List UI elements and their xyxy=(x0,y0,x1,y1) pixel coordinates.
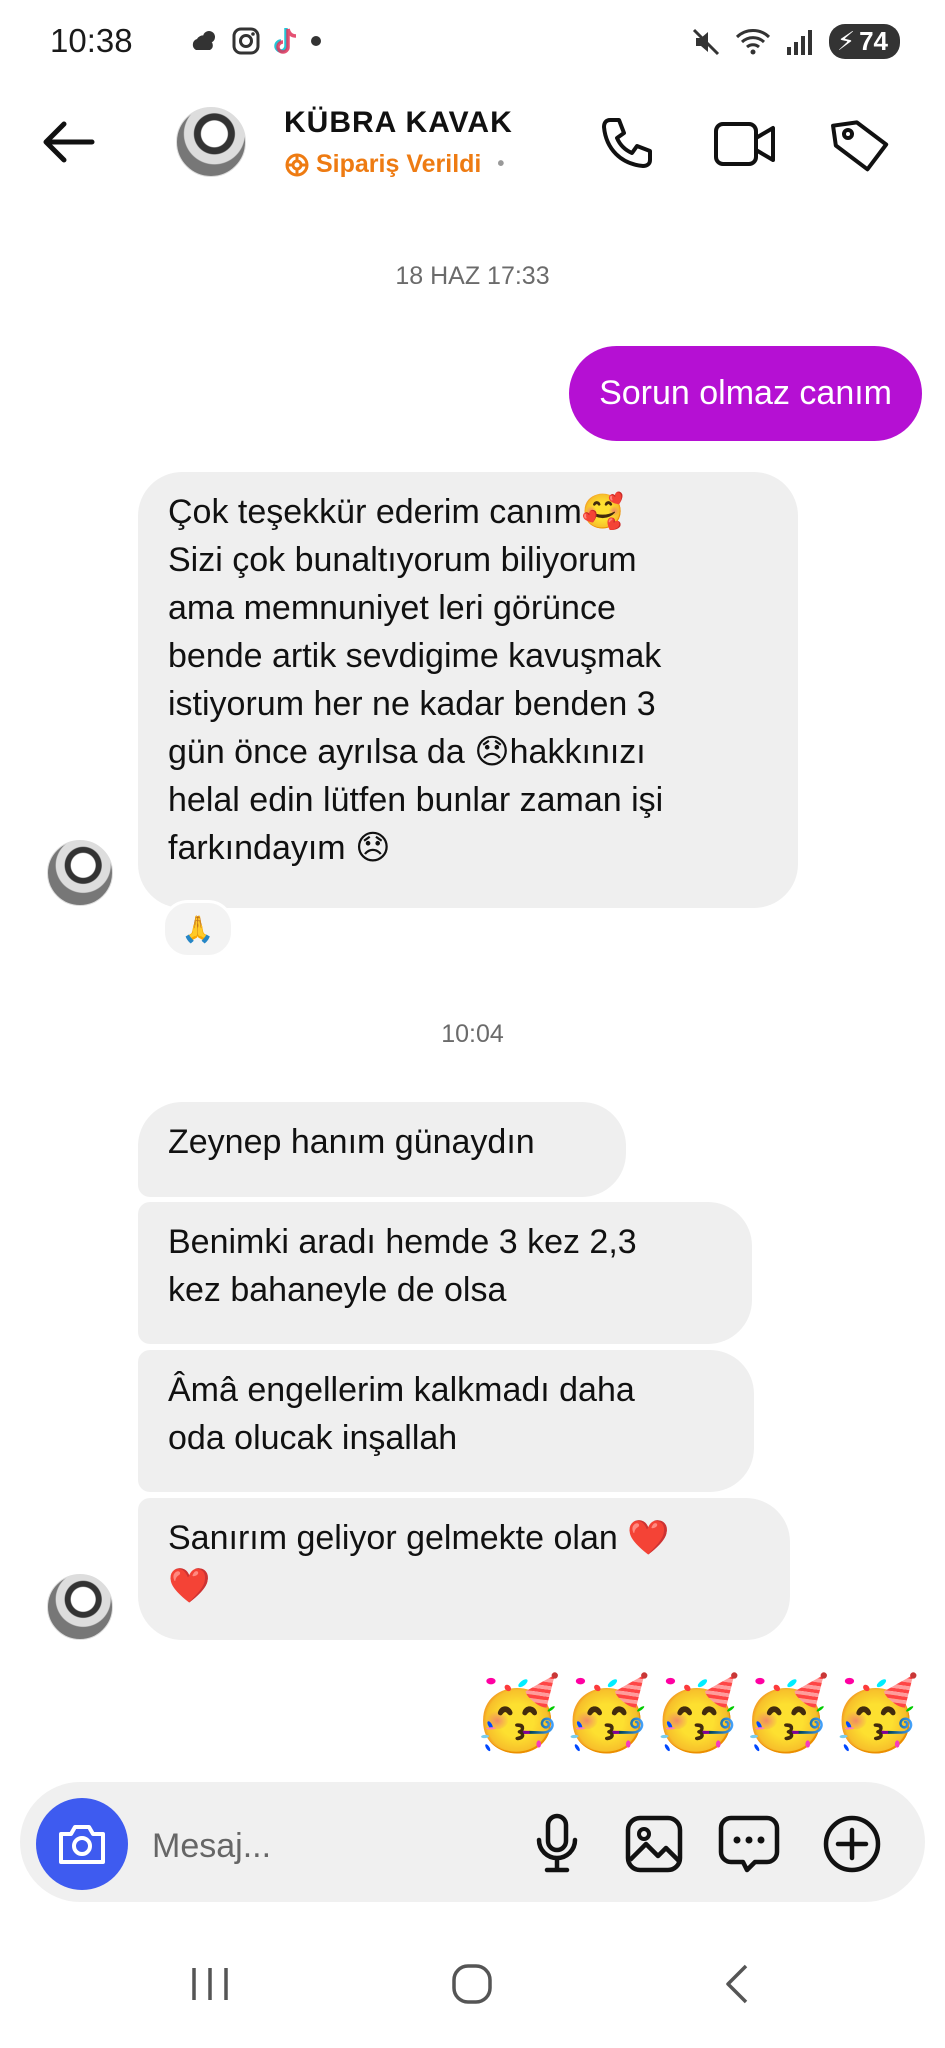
message-line: kez bahaneyle de olsa xyxy=(168,1271,507,1309)
charging-bolt-icon: ⚡ xyxy=(836,26,856,56)
message-line: bende artik sevdigime kavuşmak xyxy=(168,637,662,675)
message-line: ❤️ xyxy=(168,1567,211,1605)
message-line: gün önce ayrılsa da 😞hakkınızı xyxy=(168,733,646,771)
gallery-icon[interactable] xyxy=(622,1812,686,1876)
mute-icon xyxy=(692,28,719,55)
sender-avatar[interactable] xyxy=(47,1574,113,1640)
message-line: istiyorum her ne kadar benden 3 xyxy=(168,685,656,723)
status-dot-icon xyxy=(311,36,321,46)
status-time: 10:38 xyxy=(50,22,133,59)
weather-icon xyxy=(192,31,215,50)
video-icon[interactable] xyxy=(713,114,777,174)
home-icon[interactable] xyxy=(448,1960,496,2008)
incoming-message[interactable]: Âmâ engellerim kalkmadı daha oda olucak … xyxy=(138,1350,754,1492)
message-line: Çok teşekkür ederim canım🥰 xyxy=(168,493,625,531)
outgoing-emoji-message[interactable]: 🥳🥳🥳🥳🥳 xyxy=(473,1672,921,1756)
message-line: oda olucak inşallah xyxy=(168,1419,458,1457)
message-line: helal edin lütfen bunlar zaman işi xyxy=(168,781,664,819)
incoming-message[interactable]: Çok teşekkür ederim canım🥰 Sizi çok buna… xyxy=(138,472,798,908)
recent-apps-icon[interactable] xyxy=(186,1960,234,2008)
plus-icon[interactable] xyxy=(820,1812,884,1876)
outgoing-message[interactable]: Sorun olmaz canım xyxy=(569,346,922,441)
battery-level: 74 xyxy=(859,26,888,56)
signal-icon xyxy=(786,29,812,55)
back-icon[interactable] xyxy=(714,1960,762,2008)
back-arrow-icon[interactable] xyxy=(38,112,98,172)
camera-button[interactable] xyxy=(36,1798,128,1890)
incoming-message[interactable]: Benimki aradı hemde 3 kez 2,3 kez bahane… xyxy=(138,1202,752,1344)
tag-icon[interactable] xyxy=(830,114,892,176)
order-status-label: Sipariş Verildi xyxy=(316,150,482,178)
timestamp: 10:04 xyxy=(441,1020,504,1048)
sender-avatar[interactable] xyxy=(47,840,113,906)
message-line: ama memnuniyet leri görünce xyxy=(168,589,616,627)
message-input[interactable] xyxy=(150,1818,514,1874)
message-line: Sanırım geliyor gelmekte olan ❤️ xyxy=(168,1519,670,1557)
timestamp: 18 HAZ 17:33 xyxy=(395,262,550,290)
instagram-icon xyxy=(232,27,260,55)
sticker-icon[interactable] xyxy=(717,1812,781,1876)
order-status-icon xyxy=(285,153,309,176)
message-line: Benimki aradı hemde 3 kez 2,3 xyxy=(168,1223,637,1261)
reaction-badge[interactable]: 🙏 xyxy=(162,900,234,958)
message-line: Zeynep hanım günaydın xyxy=(168,1123,535,1161)
microphone-icon[interactable] xyxy=(527,1812,587,1876)
message-line: farkındayım 😞 xyxy=(168,829,391,867)
phone-icon[interactable] xyxy=(596,114,656,174)
status-right-icons: ⚡ 74 xyxy=(691,24,900,59)
battery-icon: ⚡ 74 xyxy=(828,24,900,59)
camera-icon xyxy=(59,1825,105,1864)
contact-name[interactable]: KÜBRA KAVAK xyxy=(284,106,513,140)
wifi-icon xyxy=(735,28,770,54)
message-line: Sizi çok bunaltıyorum biliyorum xyxy=(168,541,637,579)
incoming-message[interactable]: Zeynep hanım günaydın xyxy=(138,1102,626,1197)
message-line: Âmâ engellerim kalkmadı daha xyxy=(168,1371,635,1409)
order-status[interactable]: Sipariş Verildi • xyxy=(284,150,504,179)
incoming-message[interactable]: Sanırım geliyor gelmekte olan ❤️ ❤️ xyxy=(138,1498,790,1640)
tiktok-icon xyxy=(274,28,297,54)
header-avatar[interactable] xyxy=(176,107,246,177)
separator-dot-icon: • xyxy=(497,153,505,175)
status-left-icons xyxy=(190,26,322,56)
